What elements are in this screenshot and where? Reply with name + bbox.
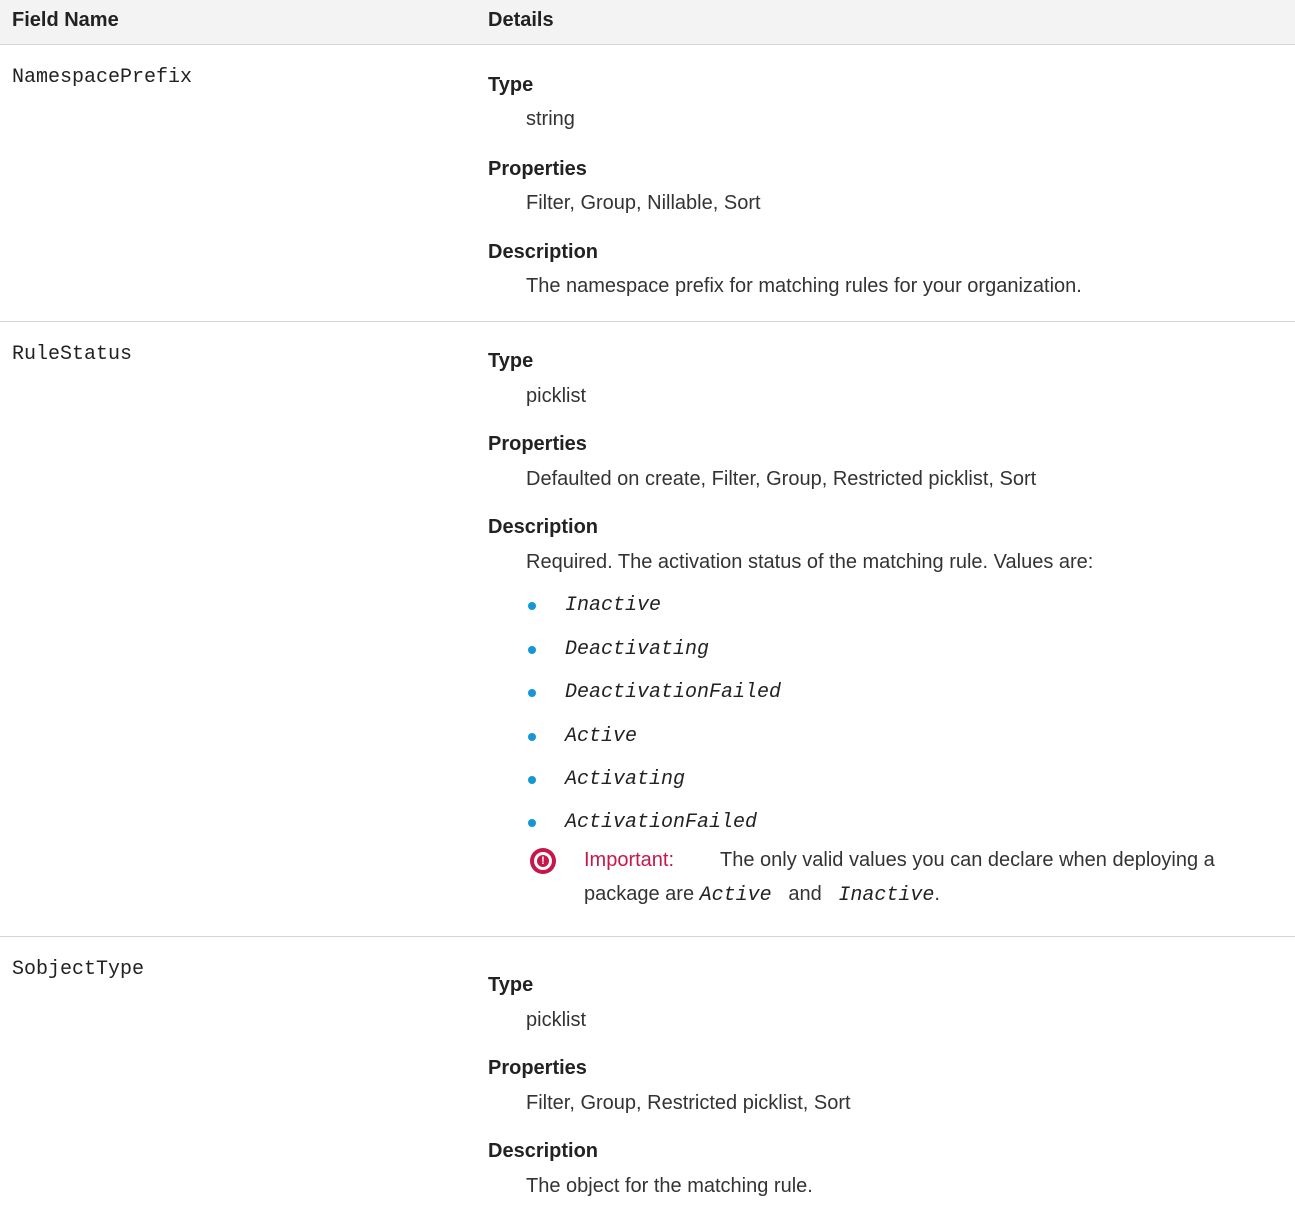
field-name: SobjectType <box>12 958 145 981</box>
value-code: Inactive <box>565 594 662 617</box>
type-value: picklist <box>526 385 587 407</box>
field-name: NamespacePrefix <box>12 66 193 89</box>
important-text: The only valid values you can declare wh… <box>720 849 1215 871</box>
properties-value: Defaulted on create, Filter, Group, Rest… <box>526 468 1037 490</box>
field-name: RuleStatus <box>12 343 133 366</box>
description-label: Description <box>488 1140 599 1162</box>
description-value: The object for the matching rule. <box>526 1175 813 1197</box>
table-row: RuleStatus Type picklist Properties Defa… <box>0 322 1295 937</box>
bullet-icon <box>528 689 536 697</box>
type-value: string <box>526 108 575 130</box>
bullet-icon <box>528 776 536 784</box>
properties-label: Properties <box>488 1057 587 1079</box>
value-code: Inactive <box>838 884 935 907</box>
value-code: Deactivating <box>565 638 710 661</box>
bullet-icon <box>528 733 536 741</box>
type-label: Type <box>488 974 534 996</box>
description-label: Description <box>488 241 599 263</box>
description-value: Required. The activation status of the m… <box>526 551 1094 573</box>
bullet-icon <box>528 646 536 654</box>
type-label: Type <box>488 350 534 372</box>
field-table: Field Name Details NamespacePrefix Type … <box>0 0 1295 1222</box>
properties-label: Properties <box>488 158 587 180</box>
table-row: SobjectType Type picklist Properties Fil… <box>0 937 1295 1222</box>
value-code: DeactivationFailed <box>565 681 782 704</box>
bullet-icon <box>528 819 536 827</box>
properties-value: Filter, Group, Restricted picklist, Sort <box>526 1092 851 1114</box>
properties-value: Filter, Group, Nillable, Sort <box>526 192 761 214</box>
type-value: picklist <box>526 1009 587 1031</box>
value-code: Active <box>565 725 638 748</box>
field-name-header: Field Name <box>12 9 119 31</box>
description-label: Description <box>488 516 599 538</box>
table-row: NamespacePrefix Type string Properties F… <box>0 45 1295 322</box>
details-header: Details <box>488 9 554 31</box>
important-text-line2: package are Active and Inactive. <box>584 883 940 907</box>
properties-label: Properties <box>488 433 587 455</box>
table-header: Field Name Details <box>0 0 1295 45</box>
value-code: Activating <box>565 768 686 791</box>
important-label: Important: <box>584 849 675 871</box>
important-icon: ! <box>530 848 556 874</box>
type-label: Type <box>488 74 534 96</box>
description-value: The namespace prefix for matching rules … <box>526 275 1082 297</box>
value-code: Active <box>699 884 772 907</box>
value-code: ActivationFailed <box>565 811 758 834</box>
bullet-icon <box>528 602 536 610</box>
